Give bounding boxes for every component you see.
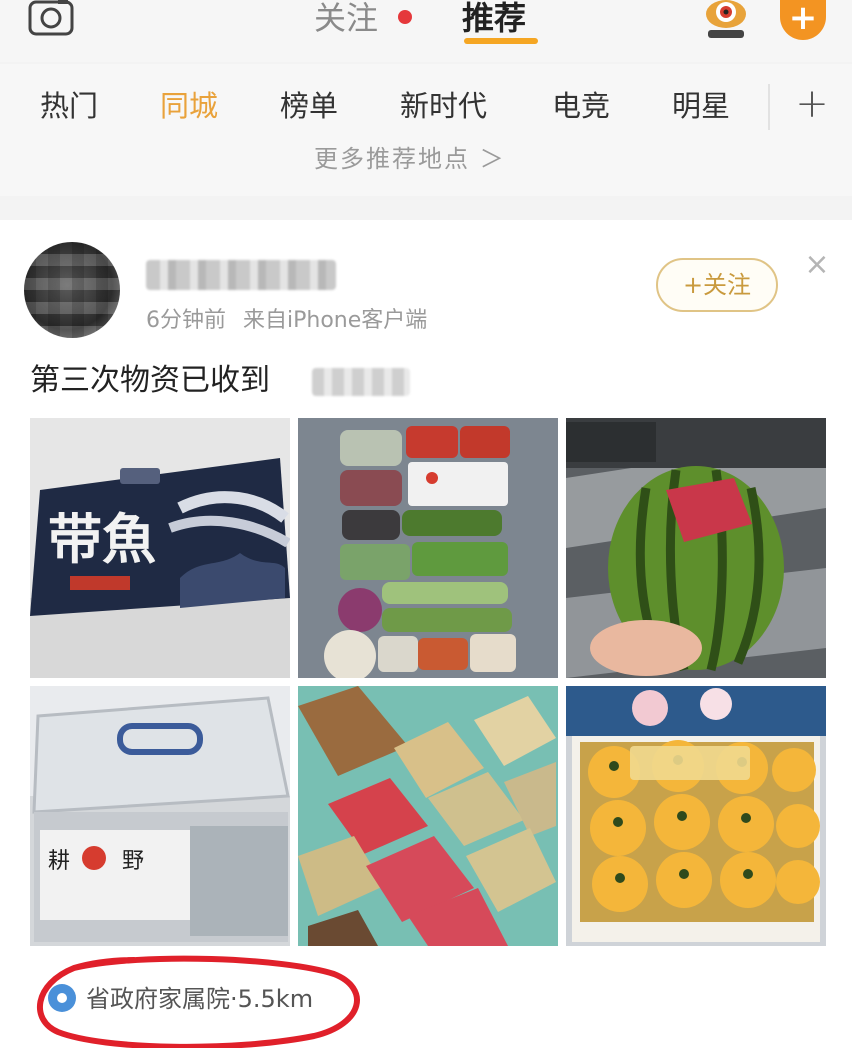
- image-mooncake-style-boxes[interactable]: [298, 686, 558, 946]
- plus-icon[interactable]: +: [780, 0, 826, 40]
- top-bar: 关注 推荐 +: [0, 0, 852, 62]
- weibo-mascot-icon[interactable]: [700, 0, 752, 40]
- channel-stars[interactable]: 明星: [672, 86, 730, 126]
- tab-follow[interactable]: 关注: [314, 0, 378, 36]
- channel-new-era[interactable]: 新时代: [400, 86, 487, 126]
- post-source: 来自iPhone客户端: [243, 308, 428, 333]
- close-icon[interactable]: ×: [802, 250, 832, 280]
- image-orange-fruit-box[interactable]: [566, 686, 826, 946]
- channel-divider: [768, 84, 770, 130]
- channel-local[interactable]: 同城: [160, 86, 218, 126]
- image-plastic-storage-box[interactable]: 耕 野: [30, 686, 290, 946]
- channel-bar: 热门 同城 榜单 新时代 电竞 明星 + 更多推荐地点 ＞: [0, 64, 852, 196]
- post-text: 第三次物资已收到: [30, 363, 270, 398]
- avatar[interactable]: [24, 242, 120, 338]
- image-hairtail-fish-box[interactable]: 带魚: [30, 418, 290, 678]
- svg-text:耕: 耕: [48, 849, 70, 874]
- red-annotation-circle: [37, 955, 360, 1048]
- post-meta: 6分钟前 来自iPhone客户端: [146, 306, 427, 336]
- tab-recommend[interactable]: 推荐: [462, 0, 526, 36]
- channel-rankings[interactable]: 榜单: [280, 86, 338, 126]
- username-redacted[interactable]: [146, 260, 336, 290]
- post-card: 6分钟前 来自iPhone客户端 +关注 × 第三次物资已收到 带魚 耕 野 省…: [0, 220, 852, 1048]
- add-channel-icon[interactable]: +: [790, 84, 834, 128]
- follow-button[interactable]: +关注: [656, 258, 778, 312]
- svg-text:野: 野: [122, 849, 144, 874]
- channel-hot[interactable]: 热门: [40, 86, 98, 126]
- post-time: 6分钟前: [146, 308, 226, 333]
- post-text-redacted: [312, 368, 410, 396]
- image-packaged-vegetables[interactable]: [298, 418, 558, 678]
- svg-text:带魚: 带魚: [48, 507, 156, 571]
- notification-dot: [398, 10, 412, 24]
- more-places-link[interactable]: 更多推荐地点 ＞: [314, 142, 506, 176]
- active-tab-indicator: [464, 38, 538, 44]
- channel-esports[interactable]: 电竞: [552, 86, 610, 126]
- image-watermelon[interactable]: [566, 418, 826, 678]
- camera-icon[interactable]: [28, 0, 74, 36]
